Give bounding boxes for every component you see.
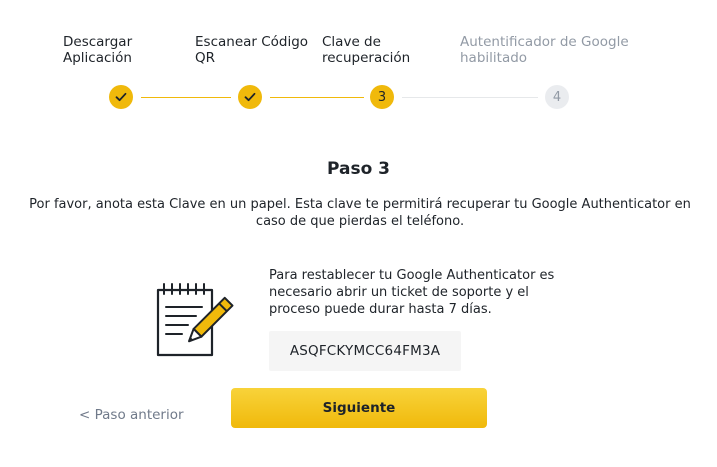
step-connector-1-2 (141, 97, 231, 98)
step-1-label: Descargar Aplicación (63, 34, 133, 66)
step-1-indicator (109, 85, 133, 109)
page-title: Paso 3 (326, 159, 391, 179)
step-3-label: Clave de recuperación (322, 34, 411, 66)
step-4-label: Autentificador de Google habilitado (460, 34, 629, 66)
recovery-key-field[interactable]: ASQFCKYMCC64FM3A (269, 331, 461, 371)
checkmark-icon (115, 92, 127, 102)
step-2-indicator (238, 85, 262, 109)
checkmark-icon (244, 92, 256, 102)
step-connector-2-3 (270, 97, 364, 98)
previous-step-link[interactable]: < Paso anterior (79, 407, 184, 423)
next-button[interactable]: Siguiente (231, 388, 487, 428)
instructions-text: Por favor, anota esta Clave en un papel.… (29, 197, 691, 229)
support-info-text: Para restablecer tu Google Authenticator… (269, 268, 555, 317)
step-4-indicator: 4 (545, 85, 569, 109)
step-2-label: Escanear Código QR (195, 34, 309, 66)
step-3-indicator: 3 (370, 85, 394, 109)
notepad-pencil-icon (156, 283, 234, 357)
step-connector-3-4 (402, 97, 538, 98)
